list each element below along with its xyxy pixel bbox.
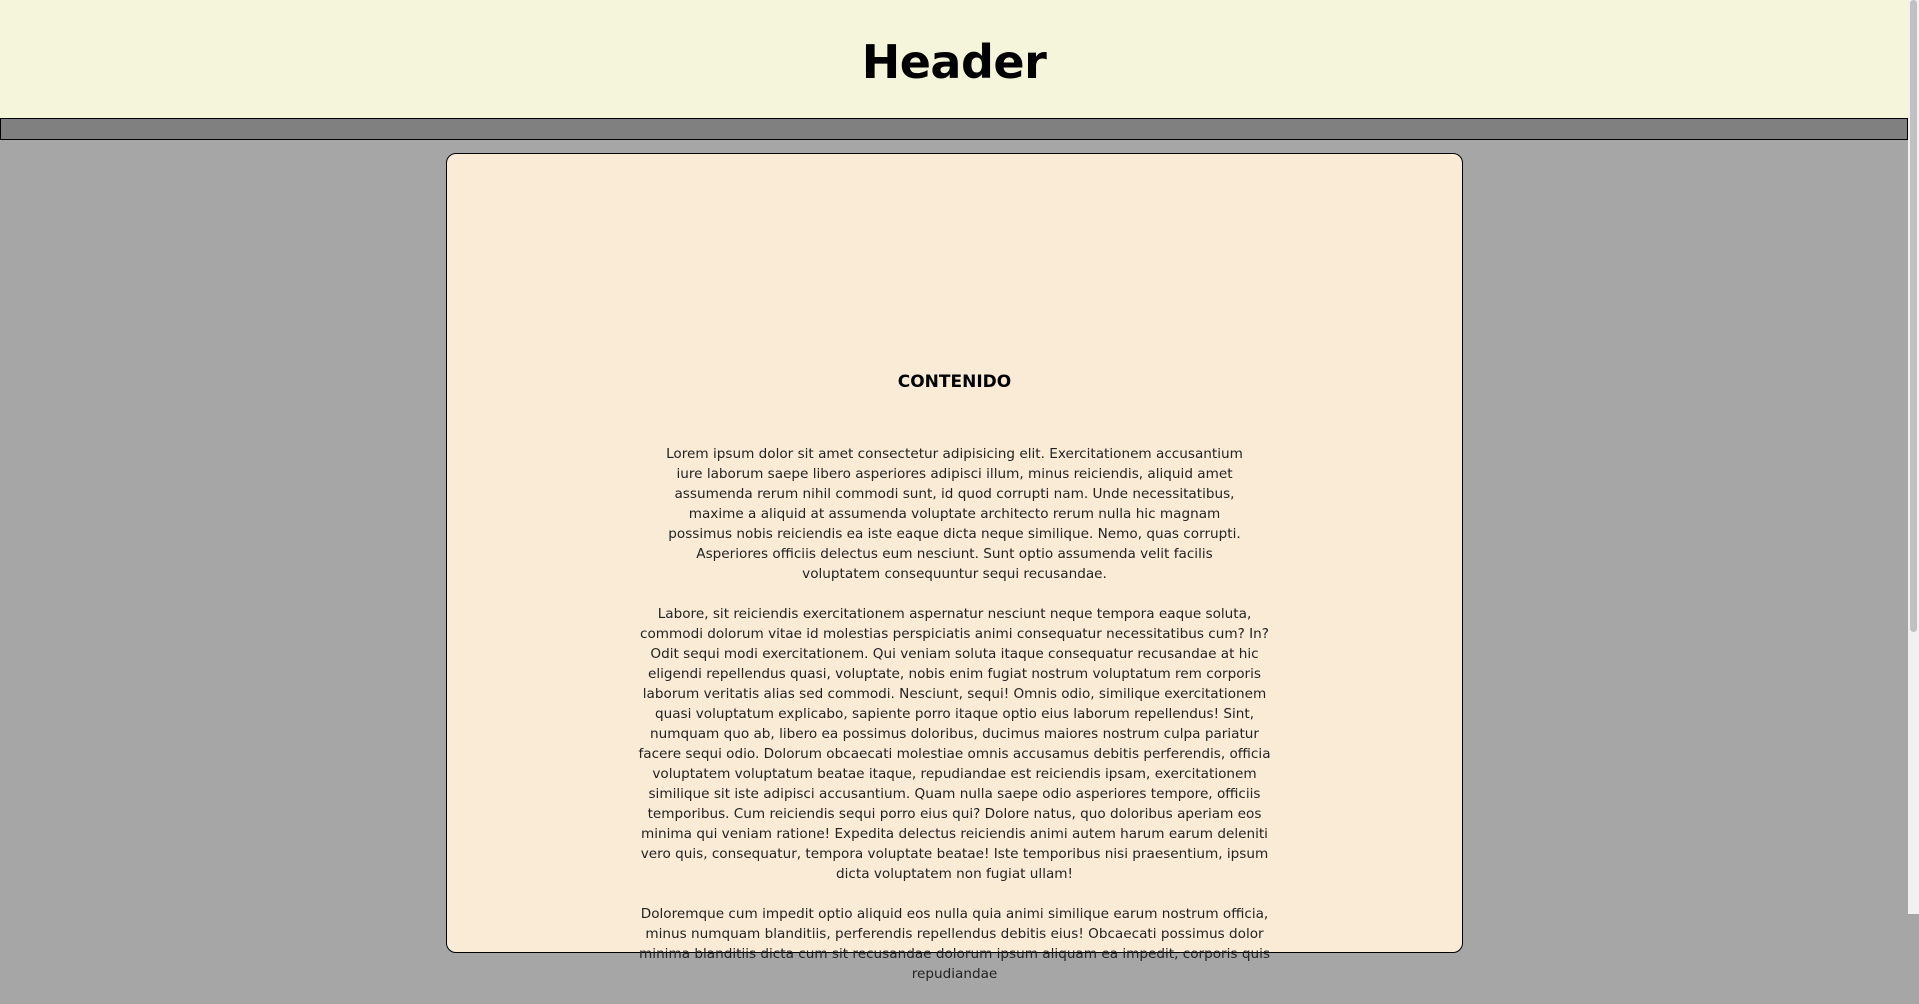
content-paragraph-3: Doloremque cum impedit optio aliquid eos… xyxy=(639,906,1270,982)
content-title: CONTENIDO xyxy=(897,372,1012,392)
header-title: Header xyxy=(861,35,1047,89)
content-paragraph-2: Labore, sit reiciendis exercitationem as… xyxy=(638,606,1271,882)
content-card: CONTENIDO Lorem ipsum dolor sit amet con… xyxy=(446,153,1463,982)
content-body: Lorem ipsum dolor sit amet consectetur a… xyxy=(629,444,1280,1004)
navigation-bar xyxy=(0,118,1908,140)
scrollbar-thumb[interactable] xyxy=(1910,0,1917,632)
vertical-scrollbar[interactable] xyxy=(1908,0,1919,914)
content-paragraph-1: Lorem ipsum dolor sit amet consectetur a… xyxy=(666,446,1243,582)
page-header: Header xyxy=(0,0,1908,118)
